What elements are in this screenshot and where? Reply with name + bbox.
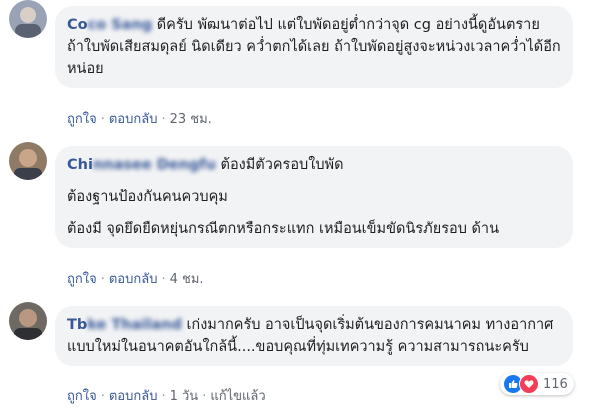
comment-actions: ถูกใจ · ตอบกลับ · 4 ชม. [67,272,204,287]
commenter-name[interactable]: Coco Sang [67,17,152,33]
timestamp[interactable]: 1 วัน [170,389,199,404]
commenter-name[interactable]: Chinnasee Dengfu [67,157,216,173]
reply-link[interactable]: ตอบกลับ [109,389,158,404]
reaction-count: 116 [543,376,568,392]
comment-bubble: Chinnasee Dengfu ต้องมีตัวครอบใบพัด ต้อง… [55,146,573,248]
edited-label[interactable]: แก้ไขแล้ว [210,389,265,404]
comment-bubble: Tbke Thailand เก่งมากครับ อาจเป็นจุดเริ่… [55,306,573,366]
comment-actions: ถูกใจ · ตอบกลับ · 1 วัน · แก้ไขแล้ว [67,389,266,404]
timestamp[interactable]: 4 ชม. [170,272,204,287]
commenter-name[interactable]: Tbke Thailand [67,317,182,333]
timestamp[interactable]: 23 ชม. [170,112,212,127]
comment-first-line: ต้องมีตัวครอบใบพัด [220,157,344,173]
like-link[interactable]: ถูกใจ [67,272,97,287]
like-link[interactable]: ถูกใจ [67,112,97,127]
comment-first-line: ดีครับ พัฒนาต่อไป [156,17,273,33]
reply-link[interactable]: ตอบกลับ [109,112,158,127]
comment-text: ต้องมี จุดยึดยืดหยุ่นกรณีตกหรือกระแทก เห… [67,221,499,237]
reply-link[interactable]: ตอบกลับ [109,272,158,287]
reaction-summary[interactable]: 116 [500,373,574,395]
avatar[interactable] [9,302,47,340]
comment-actions: ถูกใจ · ตอบกลับ · 23 ชม. [67,112,212,127]
avatar[interactable] [9,142,47,180]
avatar[interactable] [9,0,47,38]
comment-first-line: เก่งมากครับ อาจเป็นจุดเริ่มต้นของการคมนา… [186,317,481,333]
comment-text: ต้องฐานป้องกันคนควบคุม [67,189,228,205]
comment-bubble: Coco Sang ดีครับ พัฒนาต่อไป แต่ใบพัดอยู่… [55,6,573,88]
like-link[interactable]: ถูกใจ [67,389,97,404]
love-reaction-icon [519,374,539,394]
